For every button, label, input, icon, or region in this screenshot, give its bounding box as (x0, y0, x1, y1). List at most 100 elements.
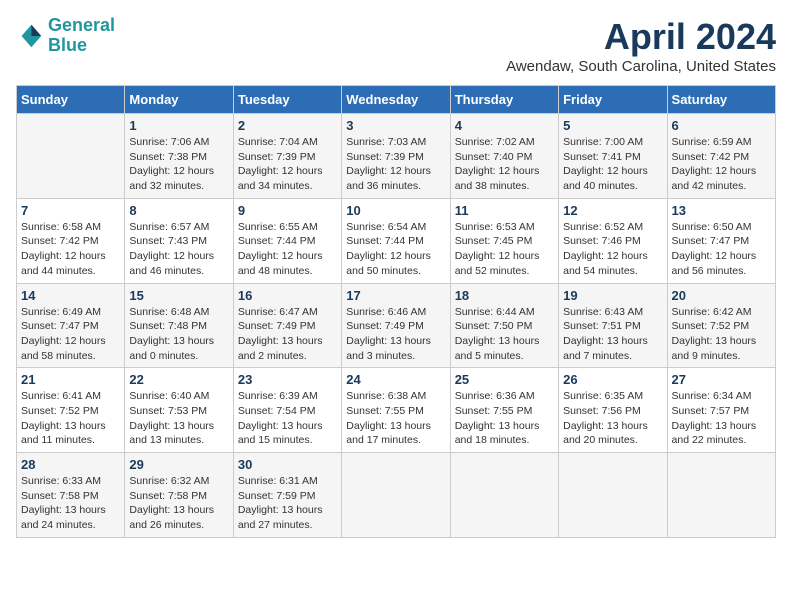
day-number: 16 (238, 288, 337, 303)
calendar-cell: 6Sunrise: 6:59 AM Sunset: 7:42 PM Daylig… (667, 114, 775, 199)
day-info: Sunrise: 6:52 AM Sunset: 7:46 PM Dayligh… (563, 220, 662, 279)
day-number: 12 (563, 203, 662, 218)
logo-line2: Blue (48, 35, 87, 55)
day-number: 22 (129, 372, 228, 387)
day-info: Sunrise: 6:57 AM Sunset: 7:43 PM Dayligh… (129, 220, 228, 279)
day-info: Sunrise: 6:46 AM Sunset: 7:49 PM Dayligh… (346, 305, 445, 364)
calendar-cell: 25 Sunrise: 6:36 AM Sunset: 7:55 PM Dayli… (450, 368, 558, 453)
day-info: Sunrise: 6:49 AM Sunset: 7:47 PM Dayligh… (21, 305, 120, 364)
calendar-cell: 13 Sunrise: 6:50 AM Sunset: 7:47 PM Dayli… (667, 198, 775, 283)
day-info: Sunrise: 6:35 AM Sunset: 7:56 PM Dayligh… (563, 389, 662, 448)
calendar-cell: 29 Sunrise: 6:32 AM Sunset: 7:58 PM Dayli… (125, 453, 233, 538)
calendar-cell (559, 453, 667, 538)
day-info: Sunrise: 6:55 AM Sunset: 7:44 PM Dayligh… (238, 220, 337, 279)
day-info: Sunrise: 6:59 AM Sunset: 7:42 PM Dayligh… (672, 135, 771, 194)
header: General Blue April 2024 Awendaw, South C… (16, 16, 776, 75)
day-header-thursday: Thursday (450, 86, 558, 114)
day-info: Sunrise: 6:58 AM Sunset: 7:42 PM Dayligh… (21, 220, 120, 279)
day-info: Sunrise: 7:03 AM Sunset: 7:39 PM Dayligh… (346, 135, 445, 194)
day-info: Sunrise: 6:34 AM Sunset: 7:57 PM Dayligh… (672, 389, 771, 448)
calendar-header-row: SundayMondayTuesdayWednesdayThursdayFrid… (17, 86, 776, 114)
day-number: 28 (21, 457, 120, 472)
day-number: 13 (672, 203, 771, 218)
day-header-saturday: Saturday (667, 86, 775, 114)
day-info: Sunrise: 7:04 AM Sunset: 7:39 PM Dayligh… (238, 135, 337, 194)
calendar-week-row: 7 Sunrise: 6:58 AM Sunset: 7:42 PM Daylig… (17, 198, 776, 283)
calendar-cell: 21 Sunrise: 6:41 AM Sunset: 7:52 PM Dayli… (17, 368, 125, 453)
day-number: 2 (238, 118, 337, 133)
day-number: 1 (129, 118, 228, 133)
calendar-cell: 30 Sunrise: 6:31 AM Sunset: 7:59 PM Dayli… (233, 453, 341, 538)
calendar-cell (667, 453, 775, 538)
day-info: Sunrise: 6:42 AM Sunset: 7:52 PM Dayligh… (672, 305, 771, 364)
day-number: 9 (238, 203, 337, 218)
calendar-cell: 15 Sunrise: 6:48 AM Sunset: 7:48 PM Dayli… (125, 283, 233, 368)
day-number: 29 (129, 457, 228, 472)
day-info: Sunrise: 6:31 AM Sunset: 7:59 PM Dayligh… (238, 474, 337, 533)
day-info: Sunrise: 7:06 AM Sunset: 7:38 PM Dayligh… (129, 135, 228, 194)
day-header-tuesday: Tuesday (233, 86, 341, 114)
day-info: Sunrise: 6:40 AM Sunset: 7:53 PM Dayligh… (129, 389, 228, 448)
day-info: Sunrise: 7:02 AM Sunset: 7:40 PM Dayligh… (455, 135, 554, 194)
day-header-sunday: Sunday (17, 86, 125, 114)
day-number: 7 (21, 203, 120, 218)
logo: General Blue (16, 16, 115, 56)
day-number: 5 (563, 118, 662, 133)
day-number: 18 (455, 288, 554, 303)
day-info: Sunrise: 6:54 AM Sunset: 7:44 PM Dayligh… (346, 220, 445, 279)
day-info: Sunrise: 6:48 AM Sunset: 7:48 PM Dayligh… (129, 305, 228, 364)
calendar-cell: 9 Sunrise: 6:55 AM Sunset: 7:44 PM Daylig… (233, 198, 341, 283)
day-number: 8 (129, 203, 228, 218)
day-number: 15 (129, 288, 228, 303)
calendar-cell: 3 Sunrise: 7:03 AM Sunset: 7:39 PM Daylig… (342, 114, 450, 199)
calendar-table: SundayMondayTuesdayWednesdayThursdayFrid… (16, 85, 776, 538)
day-info: Sunrise: 6:38 AM Sunset: 7:55 PM Dayligh… (346, 389, 445, 448)
day-number: 26 (563, 372, 662, 387)
calendar-cell: 19Sunrise: 6:43 AM Sunset: 7:51 PM Dayli… (559, 283, 667, 368)
day-info: Sunrise: 6:32 AM Sunset: 7:58 PM Dayligh… (129, 474, 228, 533)
day-info: Sunrise: 6:33 AM Sunset: 7:58 PM Dayligh… (21, 474, 120, 533)
day-number: 4 (455, 118, 554, 133)
calendar-cell: 12 Sunrise: 6:52 AM Sunset: 7:46 PM Dayli… (559, 198, 667, 283)
calendar-cell: 26 Sunrise: 6:35 AM Sunset: 7:56 PM Dayli… (559, 368, 667, 453)
day-info: Sunrise: 6:50 AM Sunset: 7:47 PM Dayligh… (672, 220, 771, 279)
day-info: Sunrise: 6:47 AM Sunset: 7:49 PM Dayligh… (238, 305, 337, 364)
calendar-cell: 17 Sunrise: 6:46 AM Sunset: 7:49 PM Dayli… (342, 283, 450, 368)
day-number: 25 (455, 372, 554, 387)
calendar-cell: 23 Sunrise: 6:39 AM Sunset: 7:54 PM Dayli… (233, 368, 341, 453)
day-info: Sunrise: 6:36 AM Sunset: 7:55 PM Dayligh… (455, 389, 554, 448)
calendar-cell: 10Sunrise: 6:54 AM Sunset: 7:44 PM Dayli… (342, 198, 450, 283)
calendar-cell: 14 Sunrise: 6:49 AM Sunset: 7:47 PM Dayli… (17, 283, 125, 368)
day-header-monday: Monday (125, 86, 233, 114)
calendar-cell: 24 Sunrise: 6:38 AM Sunset: 7:55 PM Dayli… (342, 368, 450, 453)
calendar-body: 1 Sunrise: 7:06 AM Sunset: 7:38 PM Daylig… (17, 114, 776, 538)
day-info: Sunrise: 6:43 AM Sunset: 7:51 PM Dayligh… (563, 305, 662, 364)
day-number: 21 (21, 372, 120, 387)
calendar-cell: 2 Sunrise: 7:04 AM Sunset: 7:39 PM Daylig… (233, 114, 341, 199)
day-info: Sunrise: 6:41 AM Sunset: 7:52 PM Dayligh… (21, 389, 120, 448)
calendar-cell (450, 453, 558, 538)
day-info: Sunrise: 6:44 AM Sunset: 7:50 PM Dayligh… (455, 305, 554, 364)
logo-icon (16, 22, 44, 50)
calendar-cell (17, 114, 125, 199)
day-number: 14 (21, 288, 120, 303)
day-header-friday: Friday (559, 86, 667, 114)
day-number: 20 (672, 288, 771, 303)
calendar-week-row: 28 Sunrise: 6:33 AM Sunset: 7:58 PM Dayli… (17, 453, 776, 538)
calendar-cell: 5Sunrise: 7:00 AM Sunset: 7:41 PM Daylig… (559, 114, 667, 199)
day-info: Sunrise: 6:39 AM Sunset: 7:54 PM Dayligh… (238, 389, 337, 448)
day-number: 3 (346, 118, 445, 133)
day-number: 11 (455, 203, 554, 218)
calendar-cell: 20 Sunrise: 6:42 AM Sunset: 7:52 PM Dayli… (667, 283, 775, 368)
day-number: 24 (346, 372, 445, 387)
logo-line1: General (48, 15, 115, 35)
day-number: 17 (346, 288, 445, 303)
day-number: 23 (238, 372, 337, 387)
location-subtitle: Awendaw, South Carolina, United States (506, 58, 776, 75)
title-area: April 2024 Awendaw, South Carolina, Unit… (506, 16, 776, 75)
day-info: Sunrise: 6:53 AM Sunset: 7:45 PM Dayligh… (455, 220, 554, 279)
day-header-wednesday: Wednesday (342, 86, 450, 114)
calendar-week-row: 21 Sunrise: 6:41 AM Sunset: 7:52 PM Dayli… (17, 368, 776, 453)
calendar-cell: 18 Sunrise: 6:44 AM Sunset: 7:50 PM Dayli… (450, 283, 558, 368)
day-number: 30 (238, 457, 337, 472)
